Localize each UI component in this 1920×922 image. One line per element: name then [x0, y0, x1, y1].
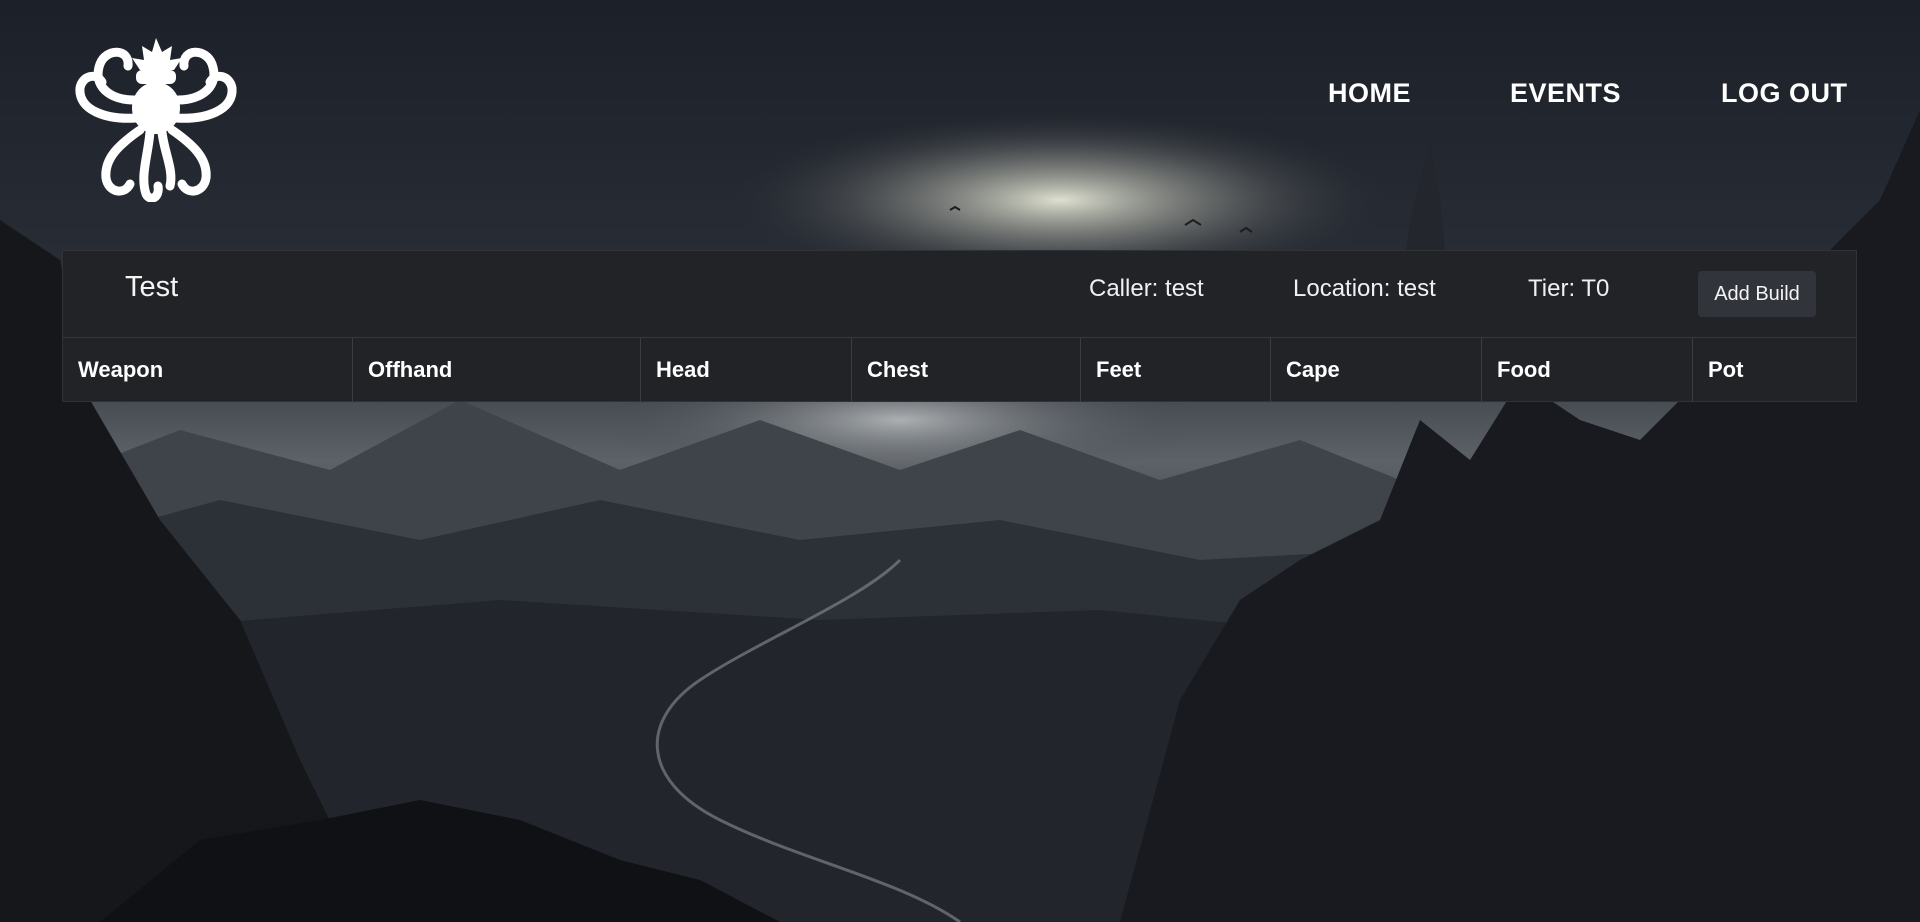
nav-logout-link[interactable]: LOG OUT: [1721, 78, 1848, 109]
octopus-icon[interactable]: [70, 36, 242, 202]
column-header-cape[interactable]: Cape: [1271, 338, 1482, 402]
column-header-pot[interactable]: Pot: [1693, 338, 1856, 402]
column-header-weapon[interactable]: Weapon: [63, 338, 353, 402]
column-header-feet[interactable]: Feet: [1081, 338, 1271, 402]
nav-home-link[interactable]: HOME: [1328, 78, 1411, 109]
nav-events-link[interactable]: EVENTS: [1510, 78, 1621, 109]
column-header-offhand[interactable]: Offhand: [353, 338, 641, 402]
event-title: Test: [125, 271, 179, 303]
main-nav: HOME EVENTS LOG OUT: [0, 78, 1920, 112]
event-location: Location: test: [1293, 275, 1436, 302]
background-landscape: [0, 0, 1920, 922]
add-build-button[interactable]: Add Build: [1698, 271, 1816, 317]
event-caller: Caller: test: [1089, 275, 1204, 302]
column-header-chest[interactable]: Chest: [852, 338, 1081, 402]
column-header-food[interactable]: Food: [1482, 338, 1693, 402]
event-tier: Tier: T0: [1528, 275, 1610, 302]
builds-table-header: Weapon Offhand Head Chest Feet Cape Food…: [63, 338, 1856, 402]
event-header: Test Caller: test Location: test Tier: T…: [63, 251, 1856, 338]
event-panel: Test Caller: test Location: test Tier: T…: [62, 250, 1857, 402]
column-header-head[interactable]: Head: [641, 338, 852, 402]
